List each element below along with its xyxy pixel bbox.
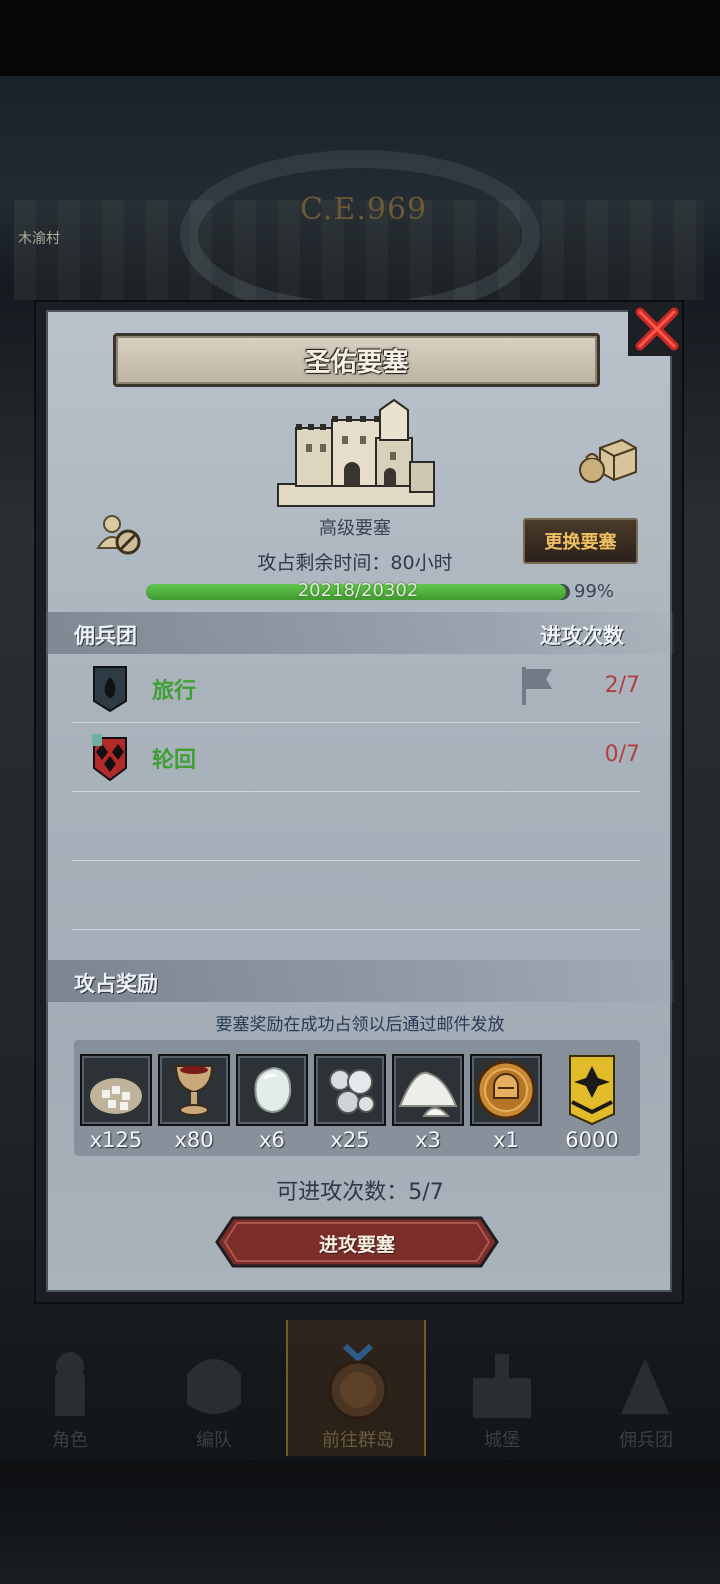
- close-icon[interactable]: [628, 298, 686, 356]
- mercenary-section-title: 佣兵团: [74, 624, 137, 648]
- no-owner-icon[interactable]: [96, 512, 142, 556]
- flag-icon: [522, 667, 552, 705]
- nav-formation[interactable]: 编队: [144, 1320, 284, 1456]
- reward-item[interactable]: x80: [158, 1054, 230, 1152]
- era-label: C.E.969: [300, 192, 428, 227]
- top-black-bar: [0, 0, 720, 76]
- nav-label: 编队: [196, 1430, 232, 1451]
- reward-item[interactable]: 6000: [556, 1054, 628, 1152]
- bottom-system-bar: [0, 1460, 720, 1584]
- nav-mercenary[interactable]: 佣兵团: [576, 1320, 716, 1456]
- nav-label: 佣兵团: [619, 1430, 673, 1451]
- title-plate: 圣佑要塞: [113, 333, 600, 387]
- bottom-nav: 角色 编队 前往群岛 城堡 佣兵团: [0, 1320, 720, 1460]
- reward-qty: x6: [259, 1128, 285, 1152]
- nav-castle[interactable]: 城堡: [432, 1320, 572, 1456]
- castle-nav-icon: [473, 1354, 531, 1418]
- reward-qty: x80: [174, 1128, 214, 1152]
- reward-qty: x25: [330, 1128, 370, 1152]
- empty-row: [72, 862, 640, 930]
- sugar-sack-icon: [90, 1078, 142, 1114]
- reward-qty: x1: [493, 1128, 519, 1152]
- village-label: 木渝村: [18, 231, 60, 247]
- knight-helmet-icon: [55, 1352, 85, 1416]
- reward-note: 要塞奖励在成功占领以后通过邮件发放: [215, 1015, 505, 1035]
- mercenary-row[interactable]: 旅行 2/7: [72, 655, 640, 723]
- attack-count-header: 进攻次数: [540, 624, 624, 648]
- fire-shield-icon: [93, 666, 127, 713]
- fortress-title: 圣佑要塞: [304, 347, 409, 378]
- knight-medal-icon: [476, 1060, 536, 1120]
- mercenary-nav-icon: [621, 1358, 669, 1414]
- reward-item[interactable]: x3: [392, 1054, 464, 1152]
- reward-item[interactable]: x25: [314, 1054, 386, 1152]
- reward-qty: 6000: [565, 1128, 619, 1152]
- change-fortress-button[interactable]: 更换要塞: [523, 518, 638, 564]
- progress-percent: 99%: [574, 581, 615, 602]
- nav-label: 城堡: [484, 1430, 520, 1451]
- rank-badge-icon: [569, 1055, 615, 1126]
- mercenary-attack-count: 2/7: [604, 673, 640, 698]
- nav-label: 角色: [52, 1430, 88, 1451]
- reward-item[interactable]: x125: [80, 1054, 152, 1152]
- fortress-level: 高级要塞: [319, 518, 391, 539]
- reward-item[interactable]: x1: [470, 1054, 542, 1152]
- salt-pile-icon: [398, 1071, 458, 1117]
- reward-qty: x3: [415, 1128, 441, 1152]
- armor-icon: [187, 1359, 241, 1414]
- reward-qty: x125: [89, 1128, 143, 1152]
- empty-row: [72, 793, 640, 861]
- pearl-stone-icon: [254, 1066, 292, 1114]
- remaining-attempts: 可进攻次数：5/7: [276, 1180, 444, 1205]
- nav-go-to-islands[interactable]: 前往群岛: [286, 1320, 426, 1456]
- silver-ore-icon: [329, 1069, 375, 1114]
- occupation-time-left: 攻占剩余时间：80小时: [257, 552, 453, 574]
- goblet-icon: [174, 1065, 214, 1116]
- compass-icon: [328, 1344, 388, 1420]
- castle-icon: [277, 398, 435, 507]
- reward-section-title: 攻占奖励: [74, 972, 158, 996]
- mercenary-attack-count: 0/7: [604, 742, 640, 767]
- mercenary-name: 轮回: [152, 748, 197, 773]
- reward-item[interactable]: x6: [236, 1054, 308, 1152]
- supply-crate-icon[interactable]: [578, 438, 638, 484]
- progress-value: 20218/20302: [297, 580, 419, 601]
- nav-label: 前往群岛: [322, 1430, 394, 1451]
- attack-fortress-label: 进攻要塞: [318, 1234, 395, 1256]
- mercenary-name: 旅行: [152, 679, 197, 704]
- nav-character[interactable]: 角色: [0, 1320, 140, 1456]
- mercenary-row[interactable]: 轮回 0/7: [72, 724, 640, 792]
- diamond-shield-icon: [92, 734, 127, 782]
- change-fortress-label: 更换要塞: [544, 532, 617, 553]
